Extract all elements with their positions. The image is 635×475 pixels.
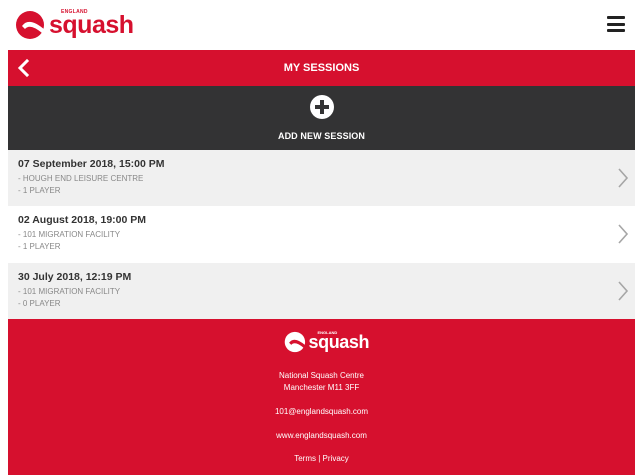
add-new-session-label: ADD NEW SESSION [277, 131, 365, 141]
footer-logo-text: ENGLAND squash [309, 329, 370, 355]
session-list-item[interactable]: 02 August 2018, 19:00 PM - 101 MIGRATION… [8, 206, 635, 262]
session-list-item[interactable]: 07 September 2018, 15:00 PM - HOUGH END … [8, 150, 635, 206]
session-player-count: - 1 PLAYER [18, 186, 61, 195]
session-player-count: - 0 PLAYER [18, 299, 61, 308]
session-venue: - HOUGH END LEISURE CENTRE [18, 174, 144, 183]
plus-circle-icon [309, 95, 334, 119]
page-title: MY SESSIONS [283, 62, 360, 74]
menu-line [607, 29, 625, 32]
footer-legal-links: Terms | Privacy [8, 454, 635, 463]
footer-england-squash-logo[interactable]: ENGLAND squash [284, 329, 370, 355]
session-list-item[interactable]: 30 July 2018, 12:19 PM - 101 MIGRATION F… [8, 263, 635, 319]
legal-separator: | [318, 454, 321, 463]
chevron-right-icon [618, 281, 629, 301]
add-new-session-button[interactable]: ADD NEW SESSION [8, 86, 635, 150]
terms-link[interactable]: Terms [294, 454, 316, 463]
footer-website-link[interactable]: www.englandsquash.com [8, 431, 635, 440]
session-player-count: - 1 PLAYER [18, 242, 61, 251]
top-navigation-bar: ENGLAND squash [0, 0, 635, 50]
footer-logo-small-text: ENGLAND [317, 330, 338, 335]
site-footer: ENGLAND squash National Squash Centre Ma… [8, 319, 635, 475]
session-venue: - 101 MIGRATION FACILITY [18, 230, 121, 239]
session-date: 07 September 2018, 15:00 PM [18, 158, 165, 170]
logo-text: ENGLAND squash [49, 8, 134, 42]
session-venue: - 101 MIGRATION FACILITY [18, 287, 121, 296]
page-title-bar: MY SESSIONS [8, 50, 635, 86]
footer-address-line1: National Squash Centre [279, 371, 364, 380]
hamburger-menu-icon[interactable] [607, 16, 625, 32]
england-squash-logo[interactable]: ENGLAND squash [15, 8, 134, 42]
logo-small-text: ENGLAND [61, 9, 88, 15]
logo-word: squash [49, 11, 134, 39]
brand-logo-icon [16, 11, 45, 39]
session-date: 30 July 2018, 12:19 PM [18, 271, 132, 283]
session-date: 02 August 2018, 19:00 PM [18, 214, 146, 226]
footer-logo-word: squash [308, 332, 370, 352]
footer-email-link[interactable]: 101@englandsquash.com [8, 407, 635, 416]
footer-address-line2: Manchester M11 3FF [283, 383, 360, 392]
chevron-right-icon [618, 168, 629, 188]
privacy-link[interactable]: Privacy [323, 454, 349, 463]
chevron-right-icon [618, 224, 629, 244]
menu-line [607, 22, 625, 26]
menu-line [607, 16, 625, 19]
brand-logo-icon [284, 331, 306, 353]
